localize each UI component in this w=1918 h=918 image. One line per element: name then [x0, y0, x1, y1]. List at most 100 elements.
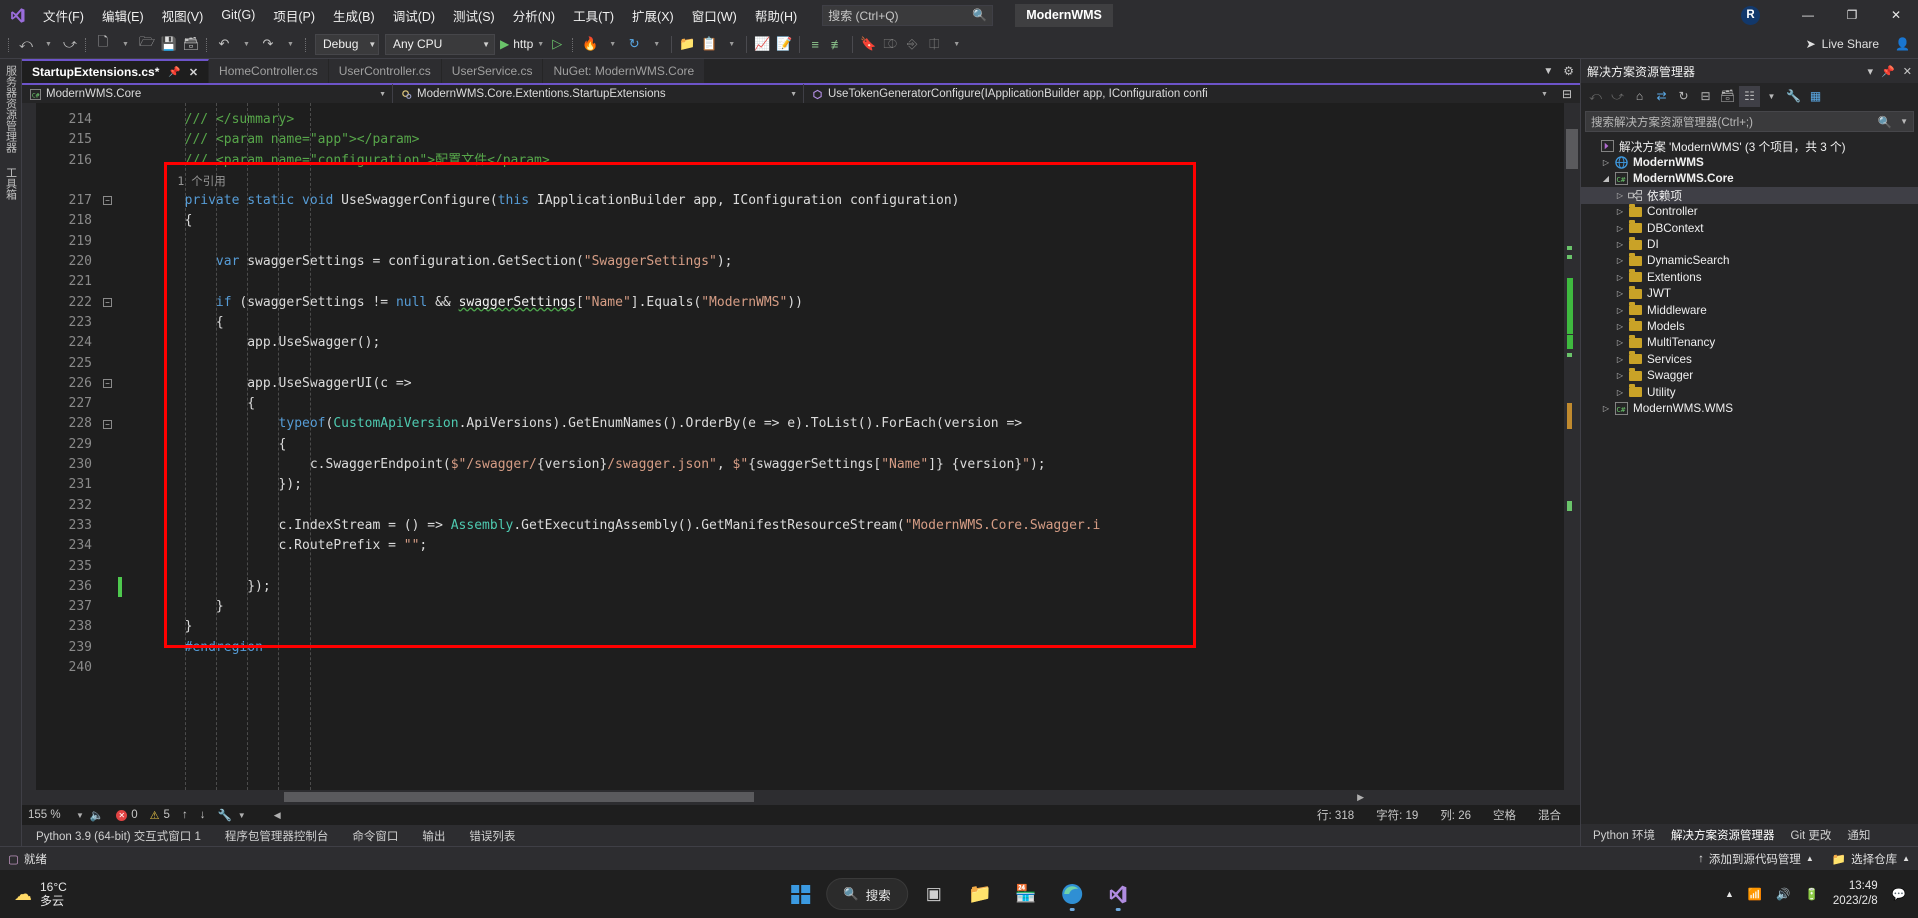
editor-tab-homecontroller[interactable]: HomeController.cs [209, 59, 329, 83]
tree-node[interactable]: ▷ Middleware [1581, 302, 1918, 318]
menu-edit[interactable]: 编辑(E) [93, 0, 153, 30]
redo-icon[interactable]: ↷ [257, 33, 279, 56]
restore-button[interactable]: ❐ [1830, 0, 1874, 30]
tab-solution-explorer[interactable]: 解决方案资源管理器 [1663, 827, 1783, 843]
expand-chevron-icon[interactable]: ▷ [1613, 224, 1627, 233]
chevron-down-icon[interactable]: ▼ [367, 91, 386, 98]
toolbar-grip-3[interactable] [204, 36, 211, 53]
tree-node[interactable]: ▷ 依赖项 [1581, 187, 1918, 204]
live-share-button[interactable]: ➤ Live Share 👤 [1806, 37, 1918, 51]
bottom-tab-command-window[interactable]: 命令窗口 [340, 825, 410, 846]
filter-icon[interactable]: ▼ [1900, 117, 1908, 126]
quick-actions-icon[interactable]: 🔧 [211, 808, 237, 822]
preview-selected-items-icon[interactable]: ▦ [1805, 86, 1826, 107]
redo-dropdown[interactable]: ▼ [279, 33, 301, 56]
scroll-right-icon[interactable]: ▶ [1357, 792, 1364, 803]
save-all-icon[interactable]: 🗃 [180, 33, 202, 56]
chevron-down-icon[interactable]: ▼ [1529, 91, 1548, 98]
undo-icon[interactable]: ↶ [213, 33, 235, 56]
error-count[interactable]: ✕ 0 [110, 809, 143, 821]
undo-dropdown[interactable]: ▼ [235, 33, 257, 56]
build-configuration-select[interactable]: Debug ▼ [315, 33, 379, 55]
expand-chevron-icon[interactable]: ▷ [1599, 158, 1613, 167]
menu-project[interactable]: 项目(P) [264, 0, 324, 30]
minimize-button[interactable]: — [1786, 0, 1830, 30]
windows-start-icon[interactable] [780, 874, 820, 914]
home-icon[interactable]: ⌂ [1629, 86, 1650, 107]
tree-node[interactable]: ▷ ModernWMS [1581, 154, 1918, 170]
bottom-tab-error-list[interactable]: 错误列表 [457, 825, 527, 846]
tree-node[interactable]: ▷ Services [1581, 351, 1918, 367]
network-icon[interactable]: 📶 [1748, 887, 1762, 901]
battery-icon[interactable]: 🔋 [1805, 887, 1819, 901]
vertical-scrollbar[interactable] [1564, 103, 1580, 790]
back-icon[interactable]: ⤺ [1585, 86, 1606, 107]
quick-search-box[interactable]: 搜索 (Ctrl+Q) 🔍 [822, 4, 994, 26]
codelens-reference[interactable]: 1 个引用 [122, 171, 1564, 191]
expand-chevron-icon[interactable]: ▷ [1613, 388, 1627, 397]
toolbar-grip-5[interactable] [570, 36, 577, 53]
object-browser-icon[interactable]: 📝 [773, 33, 795, 56]
toolbar-grip-4[interactable] [303, 36, 310, 53]
class-view-icon[interactable]: 📈 [751, 33, 773, 56]
tree-node[interactable]: ▷ Extentions [1581, 269, 1918, 285]
expand-chevron-icon[interactable]: ▷ [1613, 207, 1627, 216]
prev-bookmark-icon[interactable]: ⎄ [879, 33, 901, 56]
collapse-all-icon[interactable]: ⊟ [1695, 86, 1716, 107]
vertical-scrollbar-thumb[interactable] [1566, 129, 1578, 169]
menu-help[interactable]: 帮助(H) [746, 0, 806, 30]
menu-build[interactable]: 生成(B) [324, 0, 384, 30]
menu-test[interactable]: 测试(S) [444, 0, 504, 30]
indentation-indicator[interactable]: 空格 [1482, 807, 1527, 823]
line-ending-indicator[interactable]: 混合 [1527, 807, 1572, 823]
bottom-tab-package-manager-console[interactable]: 程序包管理器控制台 [213, 825, 341, 846]
expand-chevron-icon[interactable]: ▷ [1613, 191, 1627, 200]
microsoft-store-icon[interactable]: 🏪 [1006, 874, 1046, 914]
horizontal-scrollbar-thumb[interactable] [284, 792, 754, 802]
notifications-icon[interactable]: 💬 [1892, 887, 1906, 901]
new-project-icon[interactable]: 🗋 [92, 33, 114, 56]
menu-tools[interactable]: 工具(T) [564, 0, 623, 30]
audio-icon[interactable]: 🔈 [84, 808, 110, 822]
tree-node[interactable]: ▷ C# ModernWMS.WMS [1581, 400, 1918, 416]
tree-node[interactable]: ◢ C# ModernWMS.Core [1581, 171, 1918, 187]
server-explorer-tab[interactable]: 服务器资源管理器 [3, 65, 19, 153]
zoom-level[interactable]: 155 % [28, 809, 76, 821]
editor-tab-startupextensions[interactable]: StartupExtensions.cs* 📌 ✕ [22, 59, 210, 83]
show-hidden-icons-icon[interactable]: ▲ [1725, 889, 1734, 899]
expand-chevron-icon[interactable]: ▷ [1613, 256, 1627, 265]
pin-icon[interactable]: 📌 [168, 67, 180, 78]
bottom-tab-python-interactive[interactable]: Python 3.9 (64-bit) 交互式窗口 1 [24, 825, 213, 846]
menu-debug[interactable]: 调试(D) [384, 0, 444, 30]
navigate-back-icon[interactable]: ⤺ [15, 33, 37, 56]
editor-settings-gear-icon[interactable]: ⚙ [1563, 64, 1574, 78]
solution-tree[interactable]: 解决方案 'ModernWMS' (3 个项目，共 3 个) ▷ ModernWMS… [1581, 136, 1918, 824]
expand-chevron-icon[interactable]: ▷ [1613, 322, 1627, 331]
new-project-dropdown[interactable]: ▼ [114, 33, 136, 56]
solution-name-badge[interactable]: ModernWMS [1015, 3, 1113, 27]
save-icon[interactable]: 💾 [158, 33, 180, 56]
fold-toggle[interactable]: − [103, 196, 112, 206]
tree-node[interactable]: ▷ Utility [1581, 384, 1918, 400]
warning-count[interactable]: ⚠ 5 [144, 809, 176, 822]
edge-browser-icon[interactable] [1052, 874, 1092, 914]
view-code-icon[interactable]: ☷ [1739, 85, 1760, 107]
scroll-left-icon[interactable]: ◀ [268, 810, 287, 821]
tree-node[interactable]: ▷ JWT [1581, 285, 1918, 302]
tab-list-dropdown-icon[interactable]: ▼ [1543, 66, 1553, 77]
fold-margin[interactable]: − − − − [98, 103, 118, 790]
expand-chevron-icon[interactable]: ▷ [1613, 273, 1627, 282]
menu-window[interactable]: 窗口(W) [683, 0, 746, 30]
navigate-forward-icon[interactable]: ⤻ [59, 33, 81, 56]
open-file-icon[interactable]: 🗁 [136, 33, 158, 56]
tree-node[interactable]: ▷ DBContext [1581, 220, 1918, 236]
tree-node[interactable]: 解决方案 'ModernWMS' (3 个项目，共 3 个) [1581, 138, 1918, 154]
refresh-icon[interactable]: ↻ [1673, 86, 1694, 107]
file-explorer-icon[interactable]: 📁 [960, 874, 1000, 914]
quick-actions-dropdown-icon[interactable]: ▼ [238, 811, 246, 820]
editor-tab-userservice[interactable]: UserService.cs [441, 59, 544, 83]
expand-chevron-icon[interactable]: ▷ [1613, 371, 1627, 380]
close-icon[interactable]: ✕ [189, 66, 198, 79]
tree-node[interactable]: ▷ Controller [1581, 203, 1918, 220]
tab-notifications[interactable]: 通知 [1839, 827, 1878, 843]
